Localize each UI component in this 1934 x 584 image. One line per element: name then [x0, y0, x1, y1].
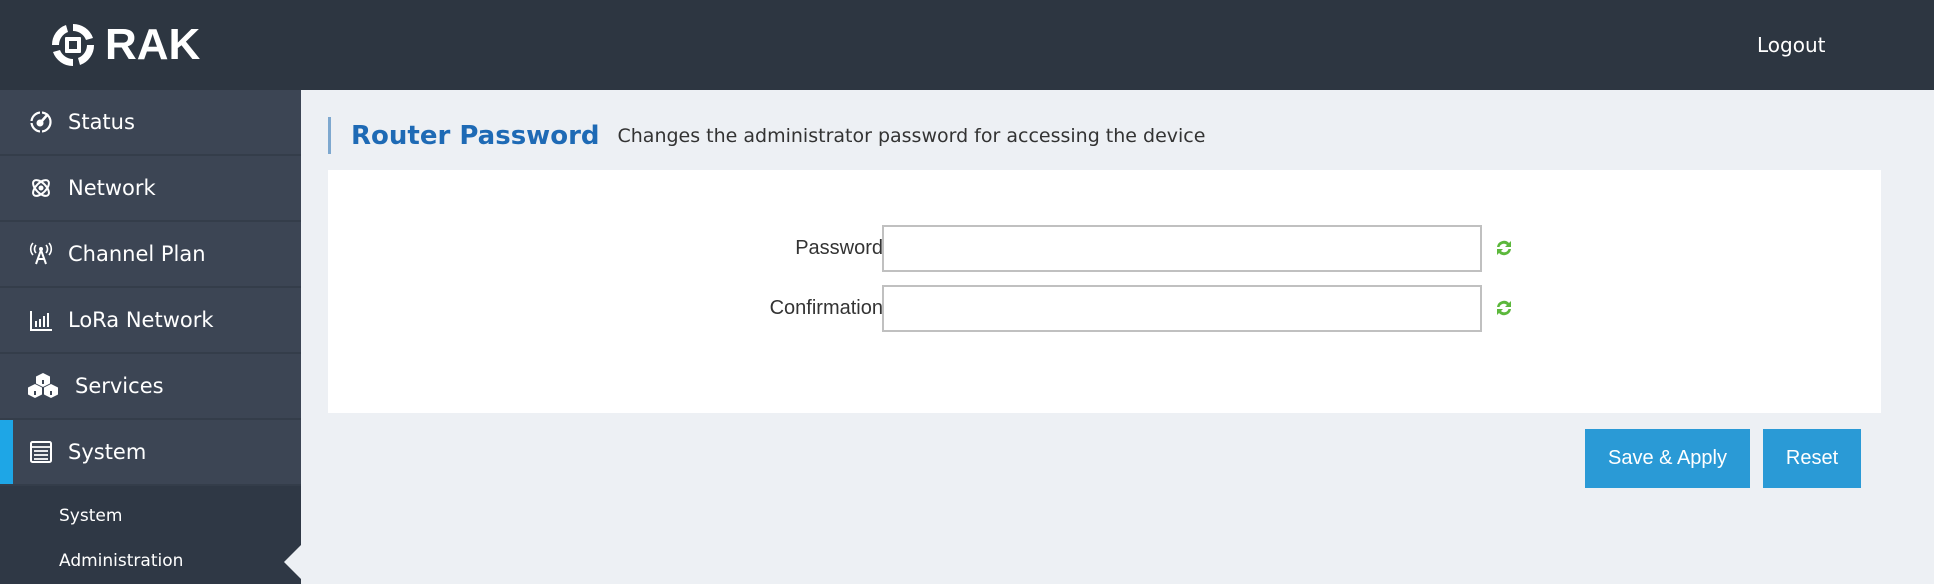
- submenu-item-administration[interactable]: Administration: [0, 539, 301, 584]
- sidebar-item-label: Status: [68, 110, 135, 134]
- sidebar-item-label: Services: [75, 374, 164, 398]
- cubes-icon: [26, 373, 60, 399]
- main-content: Router Password Changes the administrato…: [301, 90, 1934, 579]
- password-row: Password: [328, 225, 1881, 272]
- sidebar-item-label: System: [68, 440, 147, 464]
- reset-button[interactable]: Reset: [1763, 429, 1861, 488]
- system-submenu: System Administration: [0, 486, 301, 584]
- page-header: Router Password Changes the administrato…: [328, 117, 1205, 154]
- password-form-panel: Password Confirmation: [328, 170, 1881, 413]
- submenu-item-label: Administration: [59, 551, 184, 571]
- sidebar-item-services[interactable]: Services: [0, 354, 301, 420]
- title-accent-bar: [328, 117, 331, 154]
- logout-link[interactable]: Logout: [1757, 32, 1825, 58]
- page-title: Router Password: [351, 120, 600, 151]
- sidebar-item-label: Network: [68, 176, 156, 200]
- sidebar: Status Network Channel Plan LoRa Network…: [0, 90, 301, 584]
- reveal-confirmation-icon[interactable]: [1494, 298, 1514, 318]
- sidebar-item-label: Channel Plan: [68, 242, 206, 266]
- rak-logo[interactable]: RAK: [48, 20, 200, 70]
- brand-name: RAK: [105, 20, 201, 69]
- network-icon: [28, 175, 54, 201]
- confirmation-input[interactable]: [882, 285, 1482, 332]
- sidebar-item-network[interactable]: Network: [0, 156, 301, 222]
- confirmation-label: Confirmation: [769, 297, 883, 319]
- page-description: Changes the administrator password for a…: [617, 124, 1206, 147]
- sidebar-item-label: LoRa Network: [68, 308, 214, 332]
- dashboard-icon: [28, 109, 54, 135]
- top-header: RAK Logout: [0, 0, 1934, 90]
- save-apply-button[interactable]: Save & Apply: [1585, 429, 1750, 488]
- reveal-password-icon[interactable]: [1494, 238, 1514, 258]
- sidebar-item-status[interactable]: Status: [0, 90, 301, 156]
- antenna-icon: [28, 241, 54, 267]
- sidebar-item-lora-network[interactable]: LoRa Network: [0, 288, 301, 354]
- bar-chart-icon: [28, 307, 54, 333]
- rak-logo-icon: [51, 23, 95, 67]
- password-input[interactable]: [882, 225, 1482, 272]
- list-icon: [28, 439, 54, 465]
- submenu-item-system[interactable]: System: [0, 494, 301, 539]
- active-indicator-arrow: [284, 544, 301, 579]
- confirmation-row: Confirmation: [328, 285, 1881, 332]
- password-label: Password: [795, 237, 883, 259]
- sidebar-item-channel-plan[interactable]: Channel Plan: [0, 222, 301, 288]
- sidebar-item-system[interactable]: System: [0, 420, 301, 486]
